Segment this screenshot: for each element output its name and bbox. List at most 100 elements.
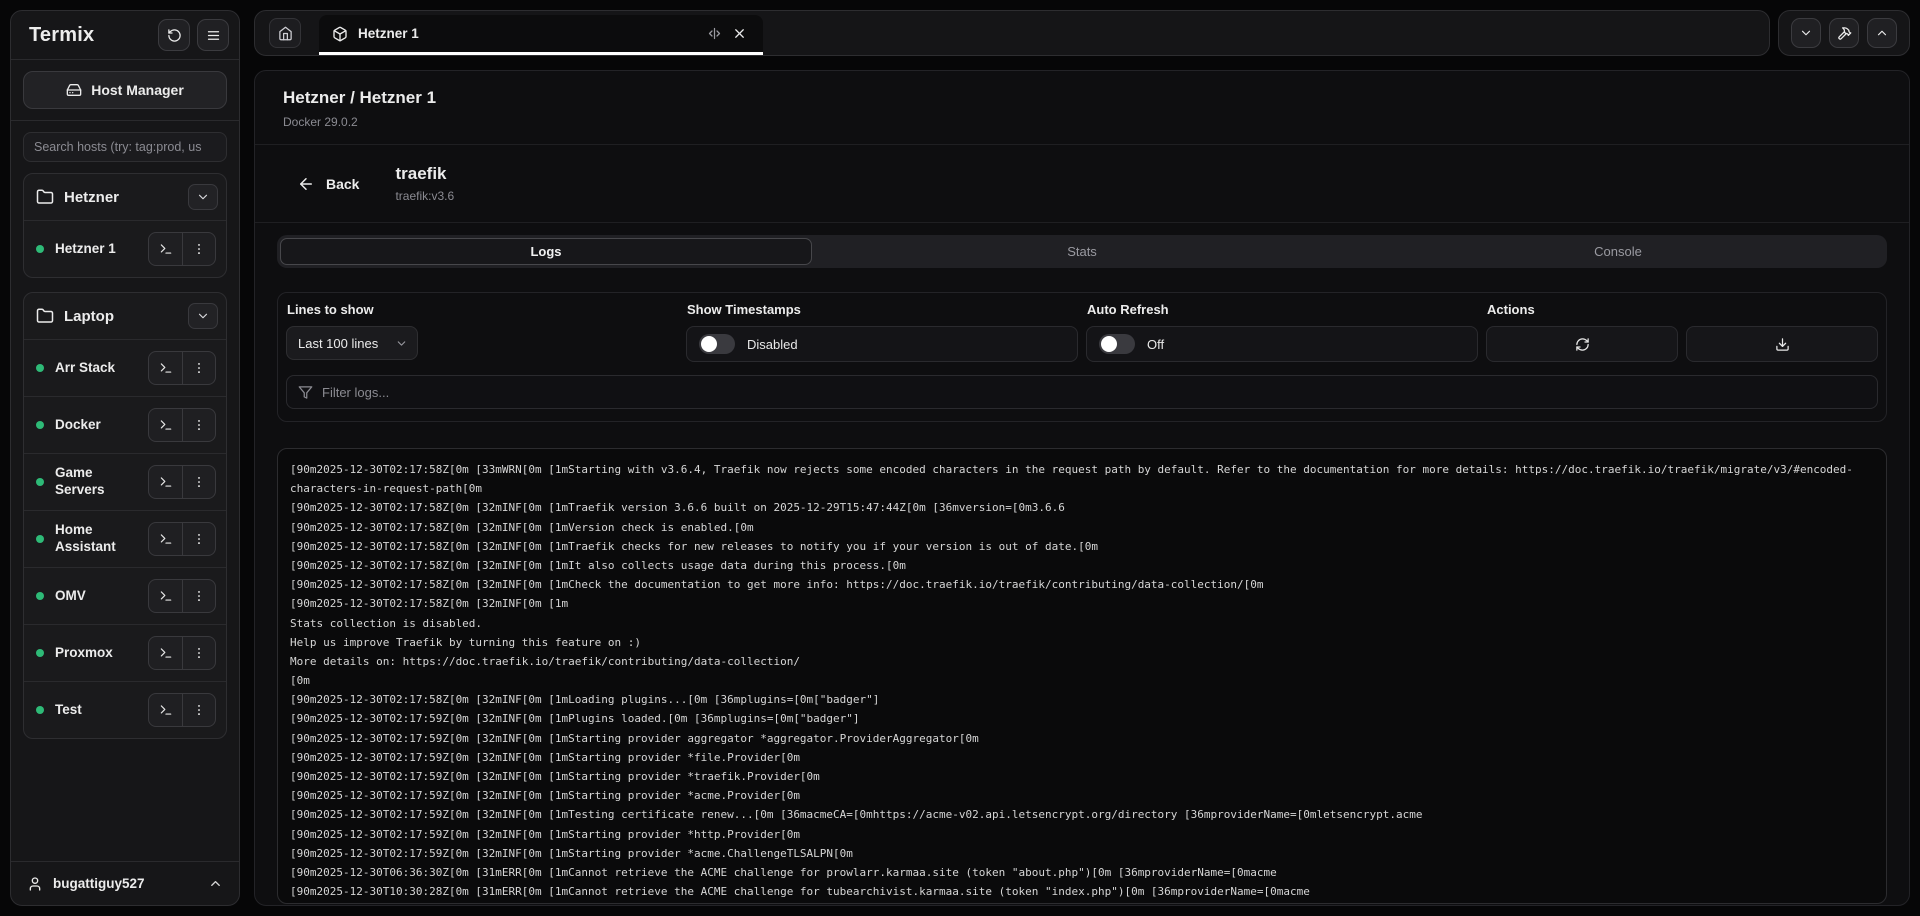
host-more-button[interactable] [182, 694, 215, 726]
status-dot [36, 706, 44, 714]
status-dot [36, 245, 44, 253]
host-row-proxmox[interactable]: Proxmox [24, 624, 226, 681]
autorefresh-toggle[interactable]: Off [1086, 326, 1478, 362]
open-terminal-button[interactable] [149, 352, 182, 384]
status-dot [36, 364, 44, 372]
status-dot [36, 649, 44, 657]
chevron-down-icon [196, 190, 210, 204]
host-row-arr-stack[interactable]: Arr Stack [24, 339, 226, 396]
log-line: Help us improve Traefik by turning this … [290, 633, 1874, 652]
host-actions [148, 408, 216, 442]
host-group-laptop: Laptop Arr Stack [23, 292, 227, 739]
host-actions [148, 351, 216, 385]
host-more-button[interactable] [182, 580, 215, 612]
log-line: [90m2025-12-30T02:17:59Z[0m [32mINF[0m [… [290, 805, 1874, 824]
host-manager-button[interactable]: Host Manager [23, 71, 227, 109]
username: bugattiguy527 [53, 876, 145, 891]
close-icon[interactable] [732, 26, 747, 41]
filter-icon [298, 385, 313, 400]
open-terminal-button[interactable] [149, 409, 182, 441]
host-row-home-assistant[interactable]: Home Assistant [24, 510, 226, 567]
breadcrumb: Hetzner / Hetzner 1 [283, 88, 1881, 108]
view-tabs: Logs Stats Console [277, 235, 1887, 268]
open-terminal-button[interactable] [149, 580, 182, 612]
host-more-button[interactable] [182, 233, 215, 265]
log-line: [90m2025-12-30T02:17:59Z[0m [32mINF[0m [… [290, 767, 1874, 786]
home-button[interactable] [269, 18, 301, 48]
log-line: [90m2025-12-30T02:17:58Z[0m [32mINF[0m [… [290, 690, 1874, 709]
user-icon [27, 876, 43, 892]
open-terminal-button[interactable] [149, 233, 182, 265]
tab-console[interactable]: Console [1352, 238, 1884, 265]
back-button[interactable]: Back [283, 175, 373, 193]
search-input[interactable] [23, 132, 227, 162]
open-terminal-button[interactable] [149, 637, 182, 669]
host-actions [148, 465, 216, 499]
group-collapse-button[interactable] [188, 184, 218, 210]
reload-button[interactable] [158, 19, 190, 51]
lines-select[interactable]: Last 100 lines [286, 326, 418, 360]
sidebar-header: Termix [11, 11, 239, 59]
split-view-icon[interactable] [707, 26, 722, 41]
kebab-menu-icon [192, 361, 206, 375]
user-menu[interactable]: bugattiguy527 [11, 861, 239, 905]
group-header[interactable]: Laptop [24, 293, 226, 339]
arrow-left-icon [297, 175, 315, 193]
terminal-icon [159, 475, 173, 489]
log-output[interactable]: [90m2025-12-30T02:17:58Z[0m [33mWRN[0m [… [277, 448, 1887, 904]
lines-label: Lines to show [287, 302, 678, 317]
package-icon [332, 26, 348, 42]
host-more-button[interactable] [182, 637, 215, 669]
host-actions [148, 232, 216, 266]
hard-drive-icon [66, 82, 82, 98]
host-row-game-servers[interactable]: Game Servers [24, 453, 226, 510]
host-label: Arr Stack [55, 360, 143, 377]
host-more-button[interactable] [182, 352, 215, 384]
host-row-docker[interactable]: Docker [24, 396, 226, 453]
host-label: Proxmox [55, 645, 143, 662]
host-row-omv[interactable]: OMV [24, 567, 226, 624]
log-line: [90m2025-12-30T06:36:30Z[0m [31mERR[0m [… [290, 863, 1874, 882]
collapse-down-button[interactable] [1791, 18, 1821, 48]
open-terminal-button[interactable] [149, 466, 182, 498]
terminal-icon [159, 589, 173, 603]
group-name: Laptop [64, 308, 114, 325]
sidebar: Termix Host Manager [10, 10, 240, 906]
refresh-logs-button[interactable] [1486, 326, 1678, 362]
folder-icon [36, 188, 54, 206]
host-more-button[interactable] [182, 409, 215, 441]
log-line: [90m2025-12-30T10:30:28Z[0m [31mERR[0m [… [290, 882, 1874, 901]
tab-hetzner-1[interactable]: Hetzner 1 [319, 15, 763, 55]
open-terminal-button[interactable] [149, 523, 182, 555]
admin-tools-button[interactable] [1829, 18, 1859, 48]
open-terminal-button[interactable] [149, 694, 182, 726]
tab-strip: Hetzner 1 [254, 10, 1770, 56]
tab-stats[interactable]: Stats [816, 238, 1348, 265]
collapse-up-button[interactable] [1867, 18, 1897, 48]
host-manager-label: Host Manager [91, 82, 184, 98]
container-name: traefik [395, 164, 454, 184]
host-more-button[interactable] [182, 523, 215, 555]
group-header[interactable]: Hetzner [24, 174, 226, 220]
host-row-hetzner-1[interactable]: Hetzner 1 [24, 220, 226, 277]
log-line: [90m2025-12-30T02:17:59Z[0m [32mINF[0m [… [290, 748, 1874, 767]
tab-label: Hetzner 1 [358, 26, 419, 41]
group-collapse-button[interactable] [188, 303, 218, 329]
log-line: [90m2025-12-30T02:17:59Z[0m [32mINF[0m [… [290, 786, 1874, 805]
actions-buttons [1486, 326, 1878, 362]
download-logs-button[interactable] [1686, 326, 1878, 362]
panel-body: Logs Stats Console Lines to show Last 10… [255, 223, 1909, 905]
terminal-icon [159, 646, 173, 660]
host-more-button[interactable] [182, 466, 215, 498]
host-row-test[interactable]: Test [24, 681, 226, 738]
chevron-up-icon [1875, 26, 1889, 40]
filter-logs-input[interactable] [322, 385, 1866, 400]
log-line: characters-in-request-path[0m [290, 479, 1874, 498]
container-header: Back traefik traefik:v3.6 [255, 145, 1909, 223]
main-column: Hetzner 1 [254, 10, 1910, 906]
timestamps-toggle[interactable]: Disabled [686, 326, 1078, 362]
timestamps-label: Show Timestamps [687, 302, 1078, 317]
sidebar-menu-button[interactable] [197, 19, 229, 51]
group-name: Hetzner [64, 189, 119, 206]
tab-logs[interactable]: Logs [280, 238, 812, 265]
